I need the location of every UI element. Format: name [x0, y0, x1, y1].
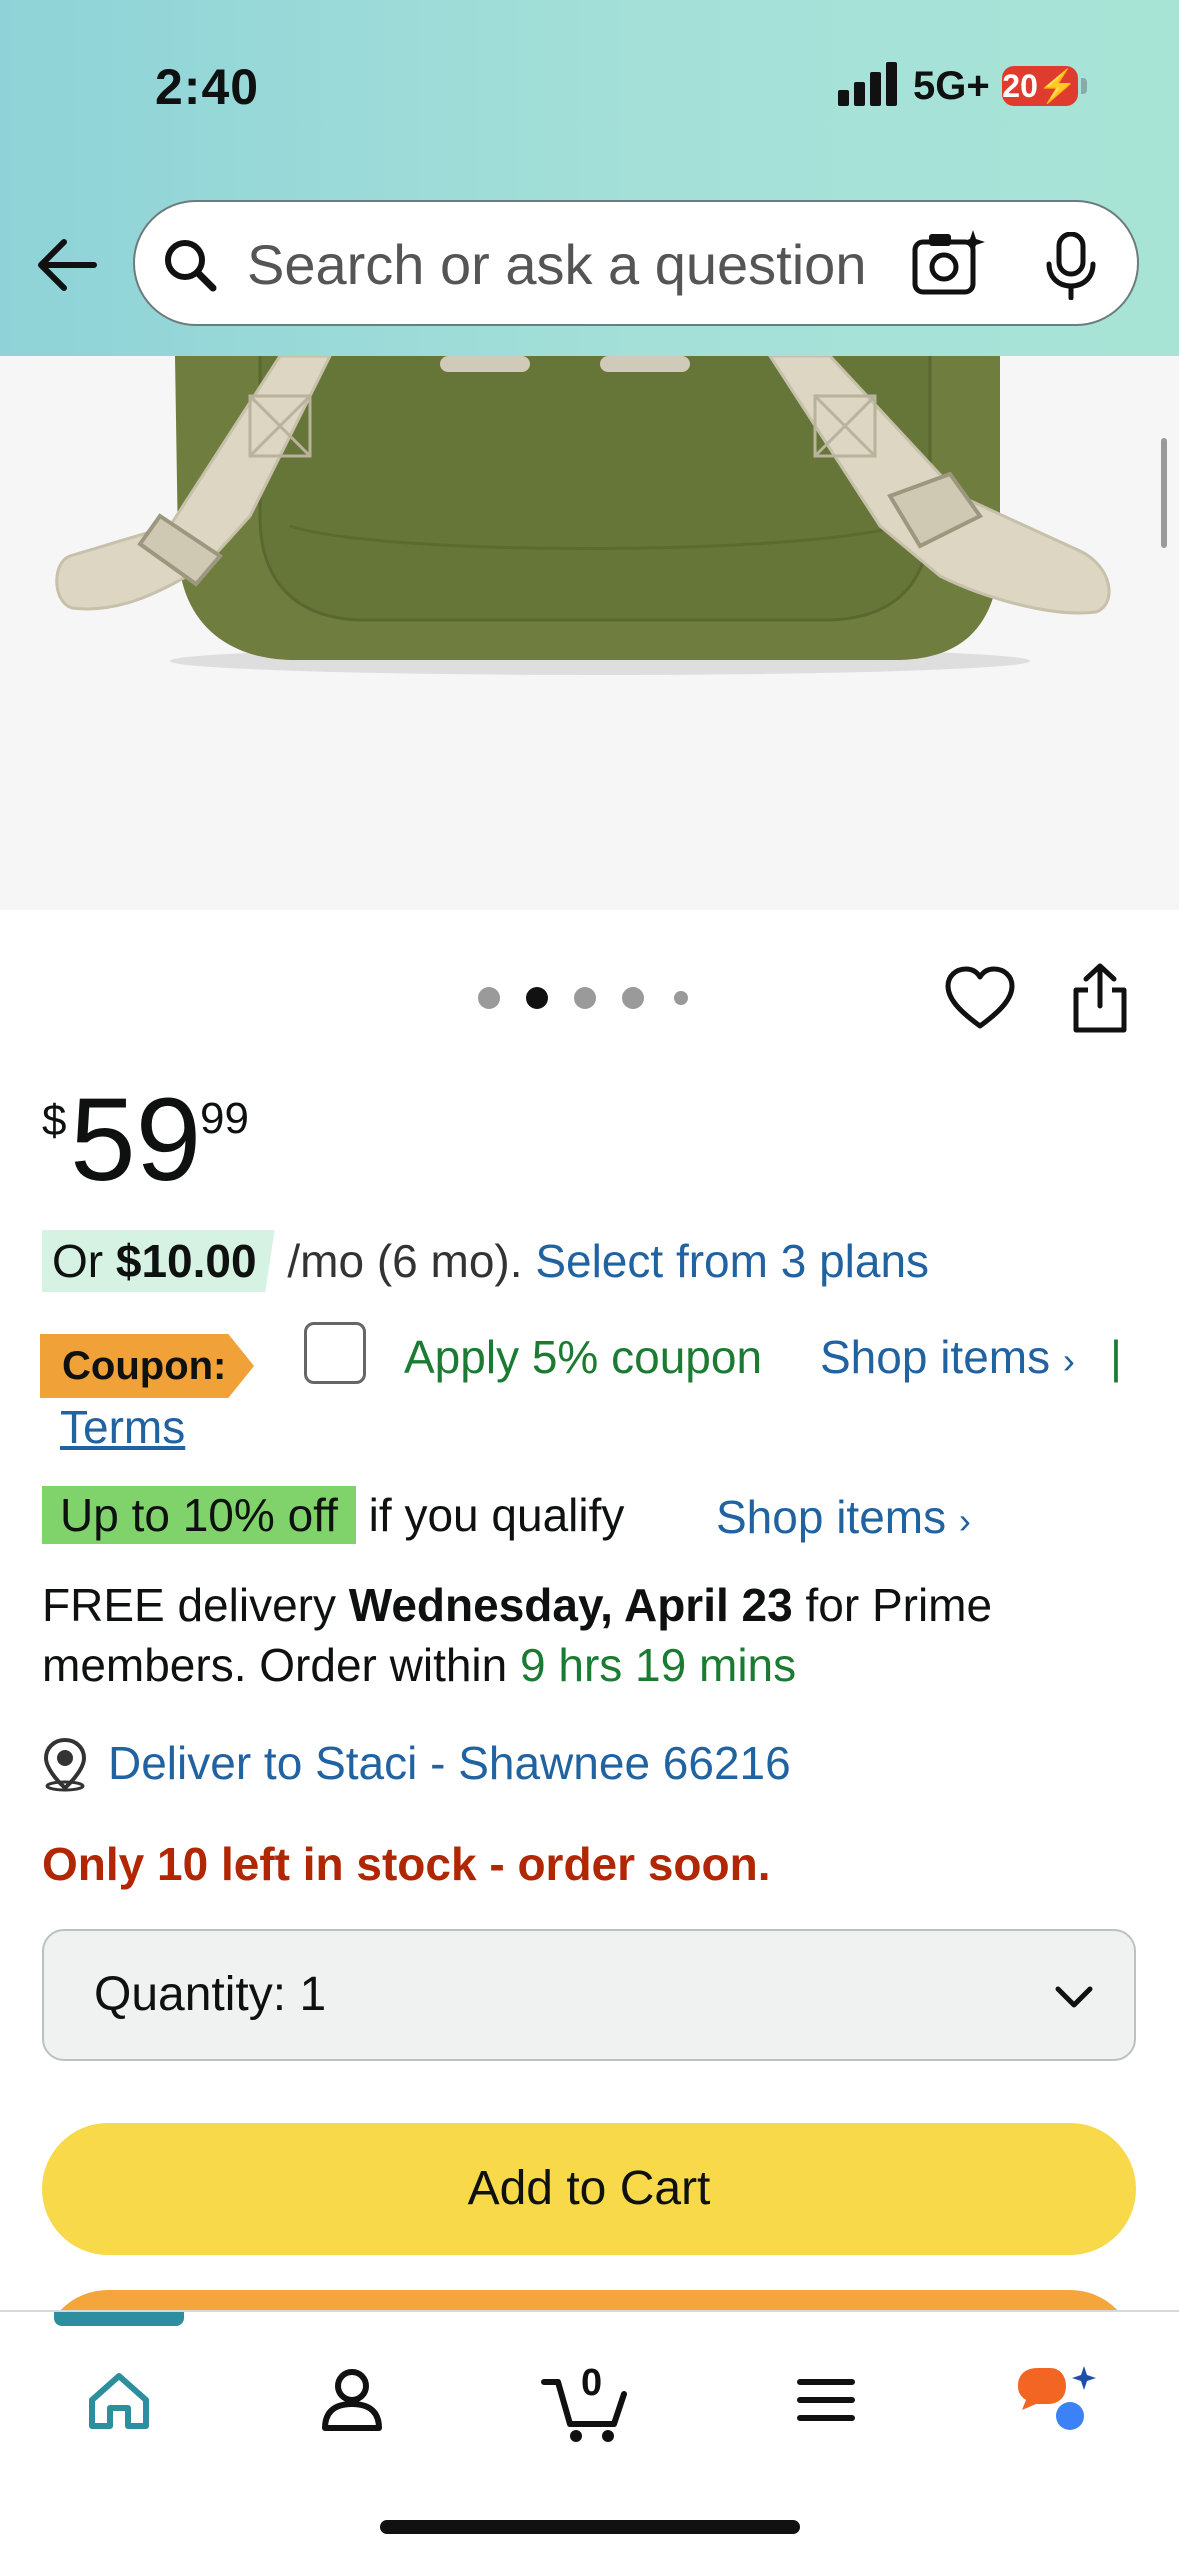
cart-count: 0	[581, 2362, 603, 2404]
gallery-dot[interactable]	[622, 987, 644, 1009]
deal-shop-items-label: Shop items	[716, 1491, 947, 1543]
delivery-date: Wednesday, April 23	[348, 1579, 793, 1631]
chevron-right-icon: ›	[1062, 1340, 1075, 1381]
product-image[interactable]	[0, 356, 1179, 910]
installment-badge: Or $10.00	[42, 1230, 275, 1292]
installment-term: /mo (6 mo).	[287, 1235, 523, 1287]
search-bar[interactable]	[133, 200, 1139, 326]
coupon-badge: Coupon:	[40, 1334, 254, 1398]
cellular-signal-icon	[838, 62, 897, 106]
top-header: 2:40 5G+ 20⚡	[0, 0, 1179, 356]
home-icon[interactable]	[64, 2344, 174, 2454]
select-plans-link[interactable]: Select from 3 plans	[535, 1235, 929, 1287]
quantity-dropdown[interactable]: Quantity: 1	[42, 1929, 1136, 2061]
stock-warning: Only 10 left in stock - order soon.	[42, 1838, 771, 1890]
delivery-line2: members. Order within	[42, 1639, 508, 1691]
deal-line: Up to 10% off if you qualify	[42, 1486, 624, 1544]
account-icon[interactable]	[297, 2344, 407, 2454]
battery-icon: 20⚡	[1002, 66, 1078, 106]
wishlist-heart-icon[interactable]	[944, 966, 1016, 1032]
gallery-dot[interactable]	[574, 987, 596, 1009]
active-tab-indicator	[54, 2312, 184, 2326]
battery-tip	[1081, 78, 1087, 94]
deal-condition: if you qualify	[368, 1489, 625, 1541]
price-fraction: 99	[200, 1094, 249, 1143]
rufus-assistant-icon[interactable]	[1004, 2344, 1114, 2454]
deal-badge: Up to 10% off	[42, 1486, 356, 1544]
scrollbar[interactable]	[1161, 438, 1167, 548]
installment-prefix: Or	[52, 1235, 104, 1287]
deal-shop-items-link[interactable]: Shop items ›	[716, 1490, 971, 1544]
battery-level: 20	[1002, 68, 1038, 104]
coupon-terms-link[interactable]: Terms	[60, 1400, 185, 1454]
camera-search-icon[interactable]	[911, 228, 987, 298]
quantity-text: Quantity: 1	[94, 1967, 326, 2022]
installment-line: Or $10.00 /mo (6 mo). Select from 3 plan…	[42, 1230, 929, 1292]
search-input[interactable]	[247, 222, 947, 306]
gallery-dot[interactable]	[526, 987, 548, 1009]
location-pin-icon	[43, 1737, 87, 1792]
search-icon	[165, 240, 217, 292]
bottom-navigation: 0	[0, 2310, 1179, 2558]
gallery-dot[interactable]	[478, 987, 500, 1009]
coupon-separator: |	[1110, 1331, 1122, 1383]
cart-tab[interactable]: 0	[534, 2344, 644, 2454]
status-time: 2:40	[155, 59, 260, 115]
delivery-line-2: members. Order within 9 hrs 19 mins	[42, 1638, 796, 1692]
gallery-dot[interactable]	[674, 991, 688, 1005]
quantity-value: 1	[299, 1968, 327, 2021]
delivery-line-1: FREE delivery Wednesday, April 23 for Pr…	[42, 1578, 992, 1632]
delivery-prefix: FREE delivery	[42, 1579, 336, 1631]
chevron-right-icon: ›	[958, 1500, 971, 1541]
microphone-icon[interactable]	[1041, 232, 1101, 300]
backpack-image	[0, 356, 1179, 910]
price-whole: 59	[70, 1074, 202, 1206]
apply-coupon-label[interactable]: Apply 5% coupon	[404, 1330, 762, 1384]
menu-icon[interactable]	[770, 2344, 880, 2454]
deliver-to-link[interactable]: Deliver to Staci - Shawnee 66216	[108, 1736, 791, 1790]
coupon-shop-items-link[interactable]: Shop items ›	[820, 1330, 1075, 1384]
add-to-cart-button[interactable]: Add to Cart	[42, 2123, 1136, 2255]
installment-amount: $10.00	[115, 1235, 257, 1287]
price-currency: $	[42, 1096, 67, 1145]
network-type: 5G+	[913, 64, 990, 108]
apply-coupon-checkbox[interactable]	[304, 1322, 366, 1384]
home-indicator	[380, 2520, 800, 2534]
chevron-down-icon	[1055, 1986, 1093, 2008]
delivery-suffix: for Prime	[805, 1579, 993, 1631]
share-icon[interactable]	[1068, 962, 1132, 1034]
quantity-label: Quantity:	[94, 1968, 287, 2021]
coupon-shop-items-label: Shop items	[820, 1331, 1051, 1383]
delivery-countdown: 9 hrs 19 mins	[520, 1639, 797, 1691]
back-arrow-icon[interactable]	[32, 230, 102, 300]
